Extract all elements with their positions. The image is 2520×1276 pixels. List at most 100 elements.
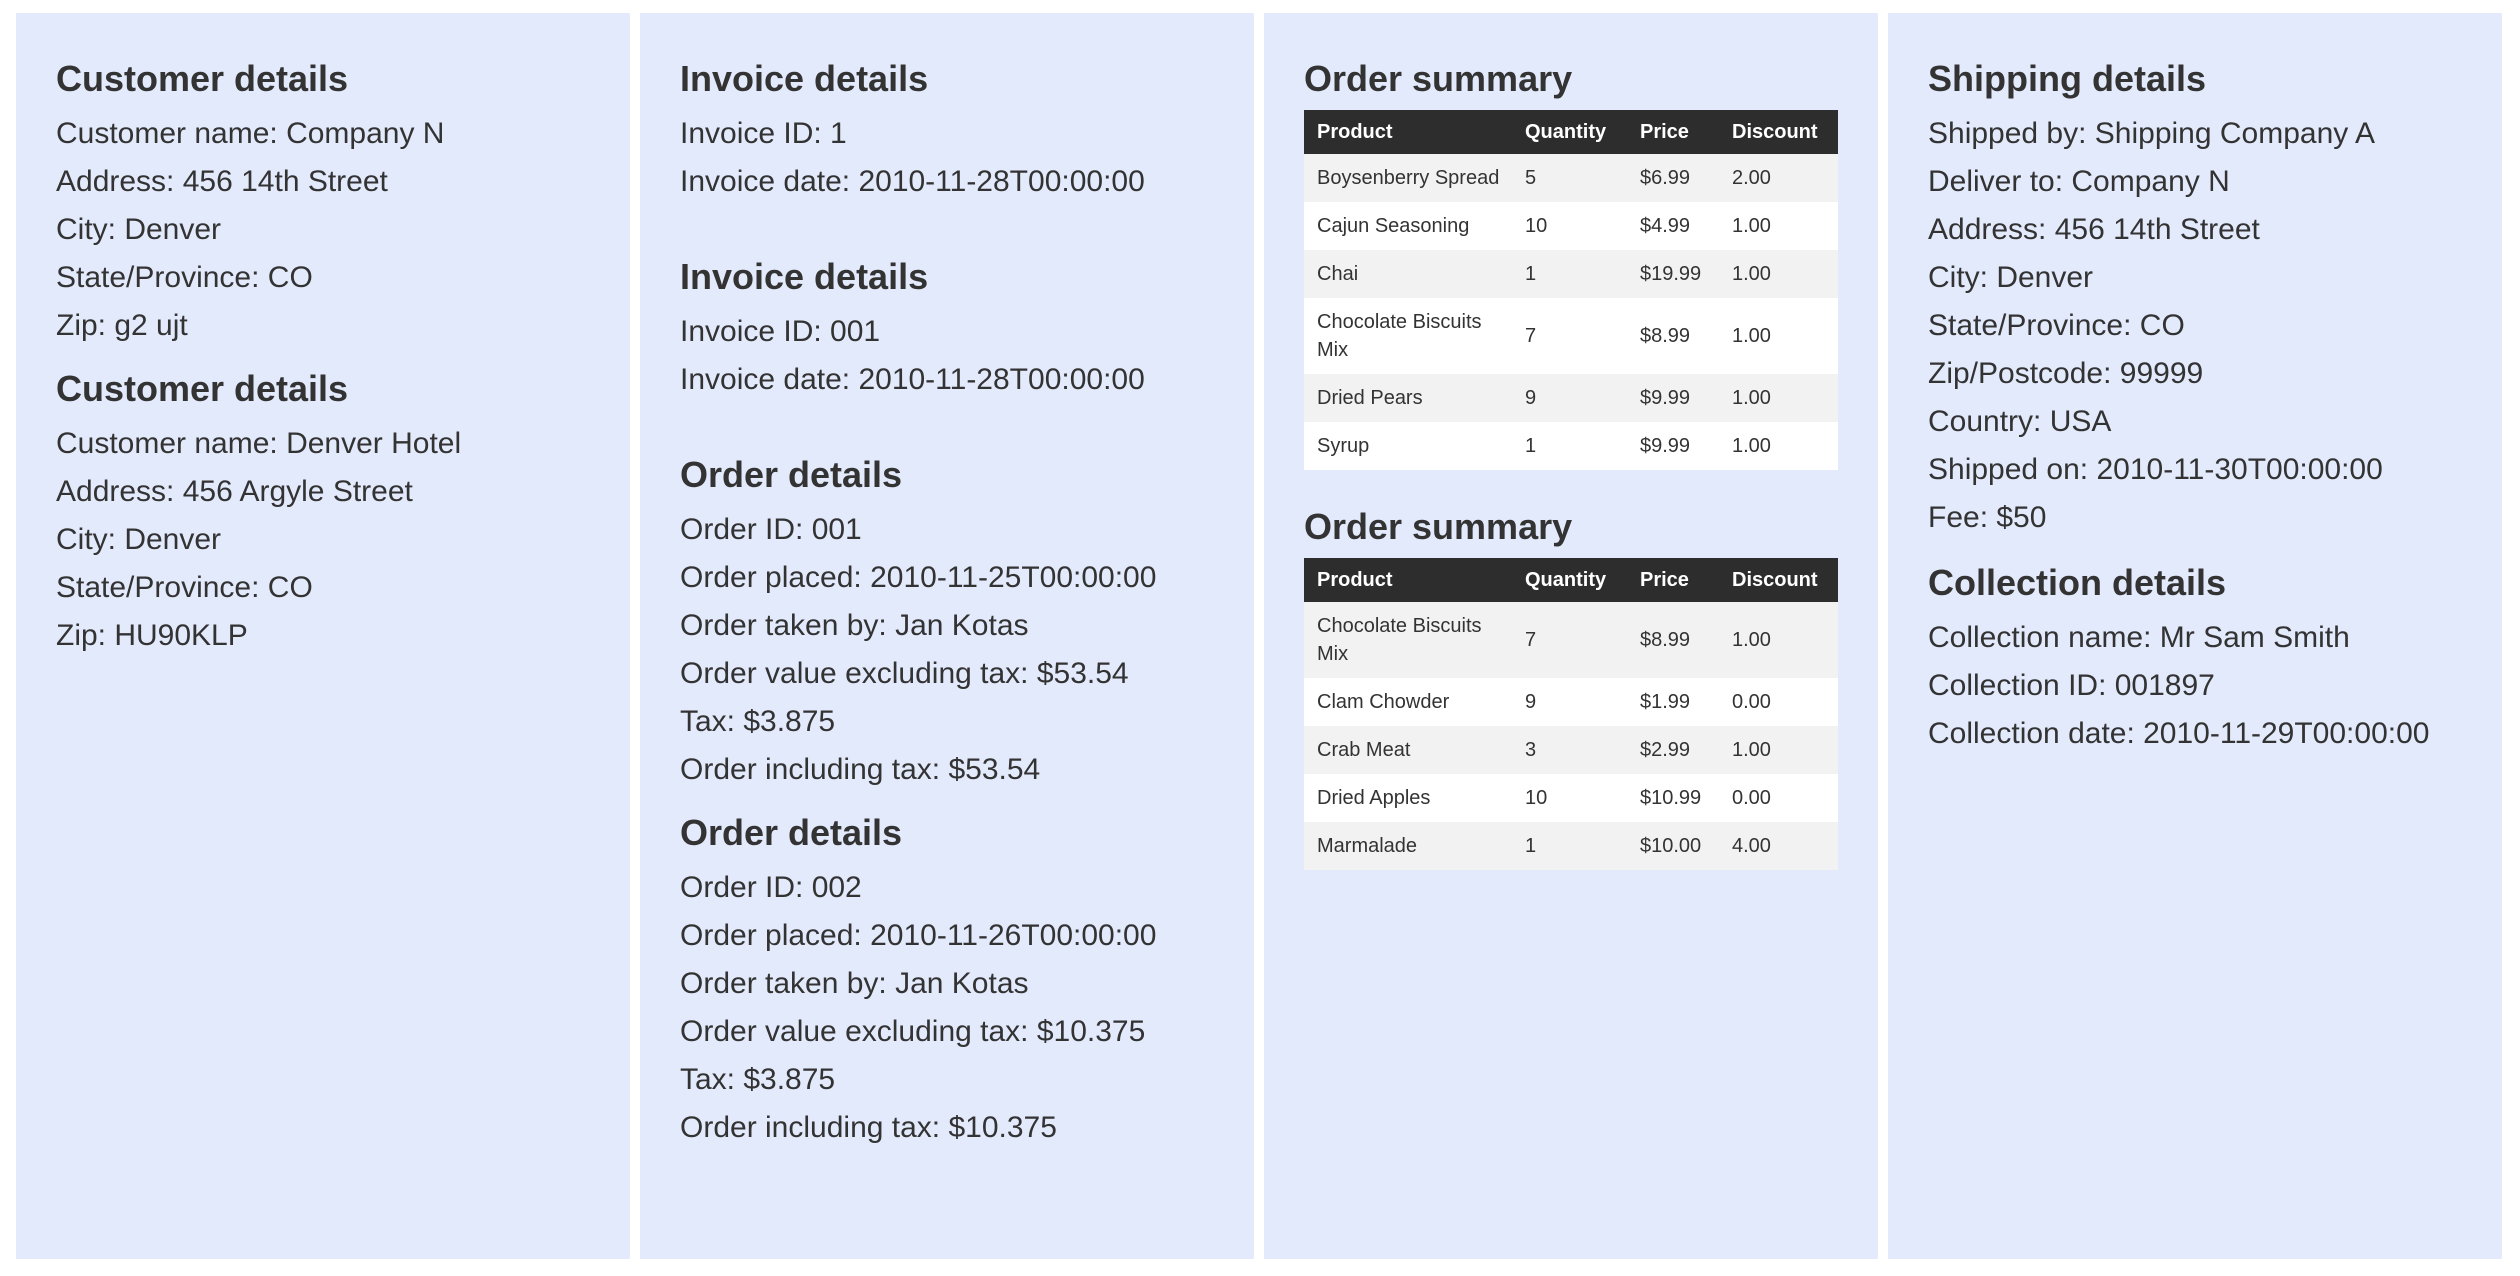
invoice-details-section: Invoice details Invoice ID: 1 Invoice da… xyxy=(680,54,1214,206)
cell-product: Chocolate Biscuits Mix xyxy=(1304,298,1512,374)
shipping-fee: Fee: $50 xyxy=(1928,501,2047,534)
cell-price: $4.99 xyxy=(1627,202,1719,250)
cell-quantity: 9 xyxy=(1512,678,1627,726)
order-value-excluding-tax: Order value excluding tax: $53.54 xyxy=(680,657,1129,690)
customer-city: City: Denver xyxy=(56,213,222,246)
cell-price: $1.99 xyxy=(1627,678,1719,726)
customer-state: State/Province: CO xyxy=(56,571,313,604)
cell-product: Crab Meat xyxy=(1304,726,1512,774)
order-summary-section: Order summary Product Quantity Price Dis… xyxy=(1304,54,1838,470)
cell-product: Dried Pears xyxy=(1304,374,1512,422)
shipped-by: Shipped by: Shipping Company A xyxy=(1928,117,2375,150)
order-id: Order ID: 002 xyxy=(680,871,862,904)
shipping-state: State/Province: CO xyxy=(1928,309,2185,342)
table-row: Chocolate Biscuits Mix 7 $8.99 1.00 xyxy=(1304,298,1838,374)
customer-city: City: Denver xyxy=(56,523,222,556)
order-value-excluding-tax: Order value excluding tax: $10.375 xyxy=(680,1015,1146,1048)
deliver-to: Deliver to: Company N xyxy=(1928,165,2230,198)
cell-quantity: 7 xyxy=(1512,298,1627,374)
table-row: Chocolate Biscuits Mix 7 $8.99 1.00 xyxy=(1304,602,1838,678)
cell-discount: 1.00 xyxy=(1719,298,1838,374)
invoice-order-panel: Invoice details Invoice ID: 1 Invoice da… xyxy=(640,13,1254,1259)
cell-quantity: 3 xyxy=(1512,726,1627,774)
shipping-zip: Zip/Postcode: 99999 xyxy=(1928,357,2204,390)
cell-discount: 1.00 xyxy=(1719,250,1838,298)
cell-price: $9.99 xyxy=(1627,422,1719,470)
order-taken-by: Order taken by: Jan Kotas xyxy=(680,967,1029,1000)
column-header-quantity: Quantity xyxy=(1512,110,1627,154)
invoice-date: Invoice date: 2010-11-28T00:00:00 xyxy=(680,363,1145,396)
cell-discount: 1.00 xyxy=(1719,602,1838,678)
customer-details-heading: Customer details xyxy=(56,58,349,99)
cell-product: Marmalade xyxy=(1304,822,1512,870)
cell-price: $8.99 xyxy=(1627,298,1719,374)
cell-quantity: 7 xyxy=(1512,602,1627,678)
table-row: Dried Pears 9 $9.99 1.00 xyxy=(1304,374,1838,422)
shipped-on: Shipped on: 2010-11-30T00:00:00 xyxy=(1928,453,2383,486)
cell-product: Clam Chowder xyxy=(1304,678,1512,726)
cell-price: $6.99 xyxy=(1627,154,1719,202)
cell-quantity: 9 xyxy=(1512,374,1627,422)
order-tax: Tax: $3.875 xyxy=(680,705,836,738)
table-row: Boysenberry Spread 5 $6.99 2.00 xyxy=(1304,154,1838,202)
cell-product: Boysenberry Spread xyxy=(1304,154,1512,202)
cell-discount: 4.00 xyxy=(1719,822,1838,870)
customer-name: Customer name: Denver Hotel xyxy=(56,427,462,460)
column-header-quantity: Quantity xyxy=(1512,558,1627,602)
cell-product: Syrup xyxy=(1304,422,1512,470)
cell-discount: 2.00 xyxy=(1719,154,1838,202)
cell-price: $19.99 xyxy=(1627,250,1719,298)
order-summary-section: Order summary Product Quantity Price Dis… xyxy=(1304,502,1838,870)
order-summary-table: Product Quantity Price Discount Boysenbe… xyxy=(1304,110,1838,470)
cell-discount: 1.00 xyxy=(1719,726,1838,774)
shipping-collection-panel: Shipping details Shipped by: Shipping Co… xyxy=(1888,13,2502,1259)
table-row: Marmalade 1 $10.00 4.00 xyxy=(1304,822,1838,870)
column-header-price: Price xyxy=(1627,558,1719,602)
customer-details-panel: Customer details Customer name: Company … xyxy=(16,13,630,1259)
table-row: Dried Apples 10 $10.99 0.00 xyxy=(1304,774,1838,822)
cell-price: $9.99 xyxy=(1627,374,1719,422)
shipping-city: City: Denver xyxy=(1928,261,2094,294)
shipping-details-heading: Shipping details xyxy=(1928,58,2207,99)
column-header-discount: Discount xyxy=(1719,110,1838,154)
column-header-price: Price xyxy=(1627,110,1719,154)
customer-details-section: Customer details Customer name: Company … xyxy=(56,54,590,350)
customer-state: State/Province: CO xyxy=(56,261,313,294)
shipping-country: Country: USA xyxy=(1928,405,2112,438)
invoice-id: Invoice ID: 001 xyxy=(680,315,881,348)
cell-quantity: 1 xyxy=(1512,822,1627,870)
column-header-discount: Discount xyxy=(1719,558,1838,602)
cell-discount: 1.00 xyxy=(1719,202,1838,250)
collection-details-heading: Collection details xyxy=(1928,562,2227,603)
order-including-tax: Order including tax: $53.54 xyxy=(680,753,1041,786)
table-row: Clam Chowder 9 $1.99 0.00 xyxy=(1304,678,1838,726)
cell-price: $10.99 xyxy=(1627,774,1719,822)
order-details-section: Order details Order ID: 001 Order placed… xyxy=(680,450,1214,794)
table-row: Chai 1 $19.99 1.00 xyxy=(1304,250,1838,298)
order-placed: Order placed: 2010-11-25T00:00:00 xyxy=(680,561,1157,594)
collection-id: Collection ID: 001897 xyxy=(1928,669,2215,702)
customer-address: Address: 456 Argyle Street xyxy=(56,475,413,508)
cell-discount: 0.00 xyxy=(1719,774,1838,822)
order-id: Order ID: 001 xyxy=(680,513,862,546)
order-details-section: Order details Order ID: 002 Order placed… xyxy=(680,808,1214,1152)
column-header-product: Product xyxy=(1304,110,1512,154)
invoice-details-heading: Invoice details xyxy=(680,256,929,297)
customer-name: Customer name: Company N xyxy=(56,117,445,150)
customer-zip: Zip: g2 ujt xyxy=(56,309,188,342)
table-header-row: Product Quantity Price Discount xyxy=(1304,558,1838,602)
order-including-tax: Order including tax: $10.375 xyxy=(680,1111,1057,1144)
cell-price: $2.99 xyxy=(1627,726,1719,774)
collection-date: Collection date: 2010-11-29T00:00:00 xyxy=(1928,717,2430,750)
cell-discount: 1.00 xyxy=(1719,374,1838,422)
customer-details-heading: Customer details xyxy=(56,368,349,409)
cell-product: Dried Apples xyxy=(1304,774,1512,822)
customer-details-section: Customer details Customer name: Denver H… xyxy=(56,364,590,660)
table-row: Cajun Seasoning 10 $4.99 1.00 xyxy=(1304,202,1838,250)
cell-quantity: 5 xyxy=(1512,154,1627,202)
order-taken-by: Order taken by: Jan Kotas xyxy=(680,609,1029,642)
table-row: Crab Meat 3 $2.99 1.00 xyxy=(1304,726,1838,774)
shipping-details-section: Shipping details Shipped by: Shipping Co… xyxy=(1928,54,2462,542)
cell-price: $10.00 xyxy=(1627,822,1719,870)
cell-product: Chai xyxy=(1304,250,1512,298)
